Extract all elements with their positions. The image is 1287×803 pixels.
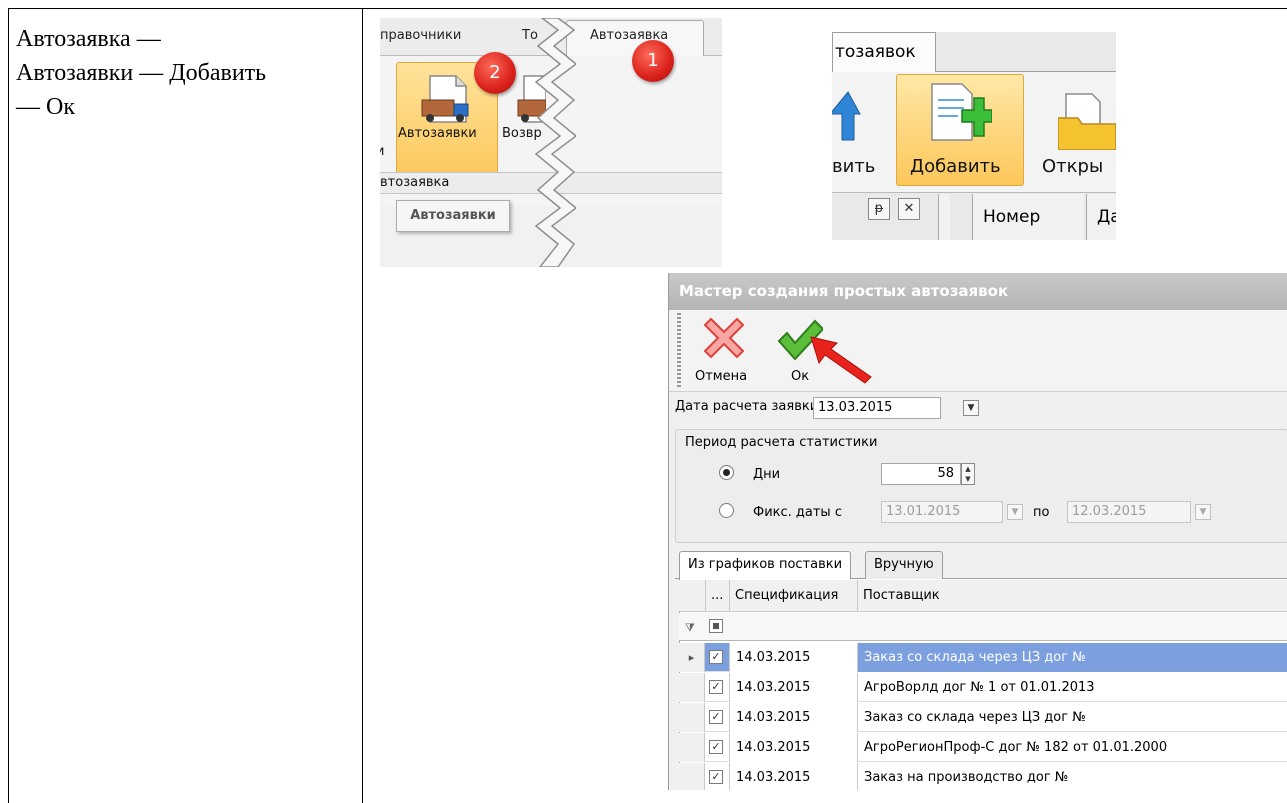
table-row[interactable]: ✓ 14.03.2015 Заказ на производство дог №: [679, 763, 1287, 790]
arrow-up-icon: [832, 91, 861, 141]
instruction-line-3: — Ок: [16, 94, 75, 120]
days-radio[interactable]: [719, 465, 734, 480]
select-all-checkbox[interactable]: [709, 619, 723, 633]
open-folder-icon: [1058, 93, 1116, 150]
cut-label-i: и: [380, 144, 385, 159]
ok-button[interactable]: Ок: [791, 369, 809, 384]
cancel-x-icon[interactable]: [703, 317, 745, 359]
date-to-field[interactable]: 12.03.2015: [1067, 501, 1191, 523]
autozayavki-button-label: Автозаявки: [398, 126, 477, 141]
row-indicator[interactable]: [679, 703, 705, 732]
column-date[interactable]: Да: [1086, 194, 1116, 240]
table-row[interactable]: ▸ ✓ 14.03.2015 Заказ со склада через ЦЗ дог…: [679, 643, 1287, 672]
column-more[interactable]: ...: [705, 580, 729, 612]
close-icon[interactable]: ✕: [898, 198, 920, 220]
cell-specification: 14.03.2015: [729, 643, 857, 672]
cancel-button[interactable]: Отмена: [695, 369, 747, 384]
calc-date-label: Дата расчета заявки: [675, 399, 819, 414]
red-pointer-arrow: [810, 336, 872, 384]
add-button-label: Добавить: [910, 156, 1001, 177]
table-row[interactable]: ✓ 14.03.2015 АгроРегионПроф-С дог № 182 от…: [679, 733, 1287, 762]
row-indicator[interactable]: [679, 763, 705, 790]
to-label: по: [1033, 505, 1050, 520]
tab-autozayavok[interactable]: тозаявок: [832, 32, 936, 72]
row-checkbox[interactable]: ✓: [709, 710, 723, 724]
open-button-label[interactable]: Откры: [1042, 156, 1103, 177]
calc-date-field[interactable]: 13.03.2015: [813, 397, 941, 419]
table-row[interactable]: ✓ 14.03.2015 Заказ со склада через ЦЗ дог …: [679, 703, 1287, 732]
instruction-text: Автозаявка — Автозаявки — Добавить — Ок: [16, 22, 358, 124]
tab-spravochniki[interactable]: правочники: [380, 28, 461, 43]
cell-specification: 14.03.2015: [729, 763, 857, 790]
row-checkbox[interactable]: ✓: [709, 770, 723, 784]
cell-supplier: АгроРегионПроф-С дог № 182 от 01.01.2000: [857, 733, 1287, 762]
cell-supplier: Заказ со склада через ЦЗ дог №: [857, 703, 1287, 732]
filter-row: [679, 613, 1287, 641]
step-badge-2: 2: [474, 52, 516, 94]
tab-manual[interactable]: Вручную: [865, 551, 943, 579]
ribbon-group-label: втозаявка: [380, 175, 450, 190]
cell-supplier: Заказ на производство дог №: [857, 763, 1287, 790]
toolbar-grip[interactable]: [677, 313, 681, 389]
window-title: Мастер создания простых автозаявок: [669, 273, 1287, 310]
instruction-line-1: Автозаявка —: [16, 26, 161, 52]
row-checkbox[interactable]: ✓: [709, 740, 723, 754]
cell-specification: 14.03.2015: [729, 703, 857, 732]
wizard-window: Мастер создания простых автозаявок Отмен…: [668, 273, 1287, 790]
table-row[interactable]: ✓ 14.03.2015 АгроВорлд дог № 1 от 01.01.20…: [679, 673, 1287, 702]
column-supplier[interactable]: Поставщик: [857, 580, 1287, 612]
column-specification[interactable]: Спецификация: [729, 580, 857, 612]
row-indicator[interactable]: [679, 733, 705, 762]
ribbon-screenshot: правочники То Автозаявка Автозаявки Возв…: [380, 18, 722, 267]
toolbar-screenshot: тозаявок вить Добавить Откры ᵽ ✕ Номер Д…: [832, 32, 1116, 240]
calc-date-dropdown-icon[interactable]: ▼: [963, 400, 979, 416]
days-input[interactable]: 58: [881, 463, 961, 485]
instruction-line-2: Автозаявки — Добавить: [16, 60, 267, 86]
days-spinner-icon[interactable]: ▲ ▼: [961, 463, 975, 485]
cell-specification: 14.03.2015: [729, 733, 857, 762]
row-indicator[interactable]: [679, 673, 705, 702]
row-checkbox[interactable]: ✓: [709, 680, 723, 694]
days-label: Дни: [753, 467, 781, 482]
fixed-dates-radio[interactable]: [719, 503, 734, 518]
row-checkbox[interactable]: ✓: [709, 650, 723, 664]
column-number[interactable]: Номер: [972, 194, 1084, 240]
date-from-field[interactable]: 13.01.2015: [881, 501, 1003, 523]
row-indicator[interactable]: ▸: [679, 643, 705, 672]
date-from-dropdown-icon[interactable]: ▼: [1007, 504, 1023, 520]
tooltip-autozayavki: Автозаявки: [396, 200, 510, 232]
left-cut-label: вить: [832, 156, 876, 177]
cell-supplier: АгроВорлд дог № 1 от 01.01.2013: [857, 673, 1287, 702]
fixed-dates-label: Фикс. даты с: [753, 505, 842, 520]
step-badge-1: 1: [632, 40, 674, 82]
add-document-icon: [931, 83, 992, 141]
cell-specification: 14.03.2015: [729, 673, 857, 702]
date-to-dropdown-icon[interactable]: ▼: [1195, 504, 1211, 520]
filter-icon[interactable]: ⧩: [685, 621, 695, 635]
tab-from-schedules[interactable]: Из графиков поставки: [679, 551, 852, 580]
truck-document-icon: [421, 75, 469, 123]
cell-supplier: Заказ со склада через ЦЗ дог №: [857, 643, 1287, 672]
pin-icon[interactable]: ᵽ: [868, 198, 890, 220]
period-group-label: Период расчета статистики: [685, 435, 878, 450]
table-column-divider: [362, 8, 363, 803]
wizard-toolbar: [669, 310, 1287, 392]
grid-indicator-column: [938, 194, 950, 240]
torn-edge-divider: [534, 18, 576, 267]
